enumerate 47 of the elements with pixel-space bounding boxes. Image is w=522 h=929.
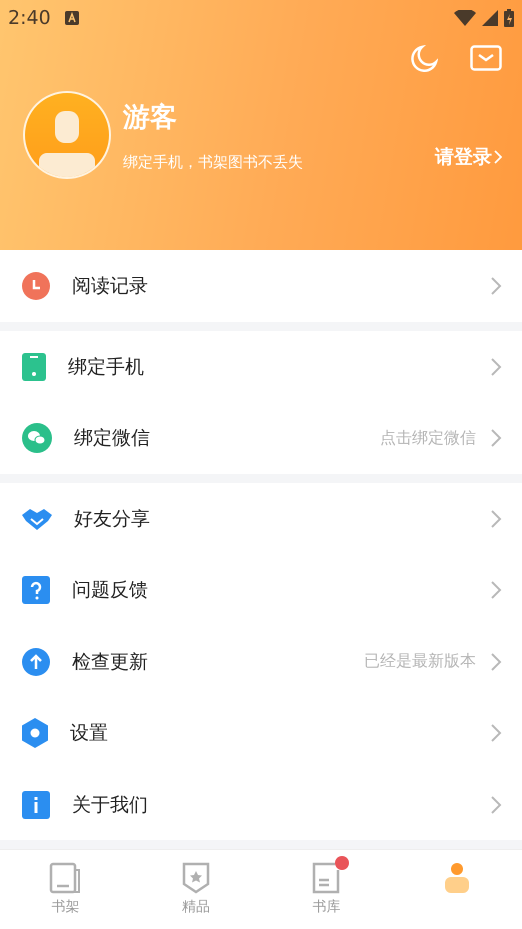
menu-label: 绑定手机 <box>68 354 145 380</box>
shield-star-icon <box>180 862 211 894</box>
mail-icon[interactable] <box>470 45 502 71</box>
upload-icon <box>22 648 50 676</box>
menu-label: 关于我们 <box>72 792 149 818</box>
keyboard-icon <box>64 10 79 24</box>
menu-row[interactable]: 绑定手机 <box>0 330 522 402</box>
handshake-icon <box>22 506 52 531</box>
menu-row[interactable]: 问题反馈 <box>0 554 522 626</box>
menu-label: 检查更新 <box>72 650 149 675</box>
menu-label: 阅读记录 <box>72 274 149 300</box>
menu-row[interactable]: 检查更新 已经是最新版本 <box>0 626 522 698</box>
chevron-right-icon <box>490 652 502 672</box>
question-icon <box>22 576 50 604</box>
book-icon <box>49 862 82 894</box>
menu-row[interactable]: 设置 <box>0 697 522 769</box>
chevron-right-icon <box>490 580 502 600</box>
menu-hint: 点击绑定微信 <box>380 428 476 449</box>
moon-icon[interactable] <box>410 45 438 73</box>
status-time: 2:40 <box>8 6 51 28</box>
info-icon <box>22 790 50 819</box>
document-icon <box>311 862 342 894</box>
menu-row[interactable]: 阅读记录 <box>0 250 522 322</box>
menu-label: 设置 <box>70 721 109 746</box>
menu-label: 绑定微信 <box>74 426 151 452</box>
signal-icon <box>482 10 498 26</box>
menu-label: 问题反馈 <box>72 578 149 604</box>
menu-hint: 已经是最新版本 <box>364 651 476 672</box>
chevron-right-icon <box>494 150 502 164</box>
profile-subtitle: 绑定手机，书架图书不丢失 <box>123 152 304 172</box>
chevron-right-icon <box>490 356 502 377</box>
user-name: 游客 <box>123 100 178 134</box>
battery-icon <box>504 8 514 26</box>
menu-row[interactable]: 绑定微信 点击绑定微信 <box>0 402 522 474</box>
chevron-right-icon <box>490 508 502 529</box>
wifi-icon <box>454 10 476 26</box>
chevron-right-icon <box>490 428 502 448</box>
menu-row[interactable]: 关于我们 <box>0 768 522 840</box>
chevron-right-icon <box>490 723 502 744</box>
chat-bubbles-icon <box>22 423 52 454</box>
hexagon-icon <box>22 718 48 748</box>
clock-icon <box>22 272 50 300</box>
chevron-right-icon <box>490 276 502 296</box>
menu-label: 好友分享 <box>74 506 151 532</box>
chevron-right-icon <box>490 794 502 815</box>
phone-icon <box>22 352 46 381</box>
menu-row[interactable]: 好友分享 <box>0 482 522 554</box>
